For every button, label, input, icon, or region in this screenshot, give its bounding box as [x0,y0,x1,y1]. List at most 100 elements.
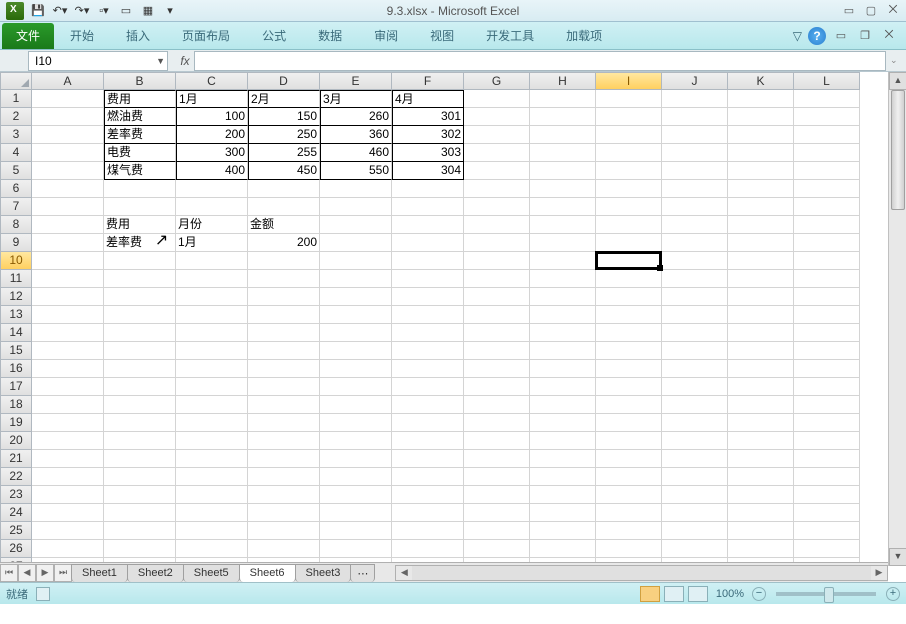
cell-B20[interactable] [104,432,176,450]
cell-G4[interactable] [464,144,530,162]
fx-icon[interactable]: fx [168,54,194,68]
cell-E9[interactable] [320,234,392,252]
cell-F1[interactable]: 4月 [392,90,464,108]
row-header-5[interactable]: 5 [0,162,32,180]
cell-L17[interactable] [794,378,860,396]
tab-insert[interactable]: 插入 [110,23,166,49]
cell-A18[interactable] [32,396,104,414]
cell-I1[interactable] [596,90,662,108]
cell-H16[interactable] [530,360,596,378]
cell-D3[interactable]: 250 [248,126,320,144]
cell-A14[interactable] [32,324,104,342]
cell-E11[interactable] [320,270,392,288]
cell-H20[interactable] [530,432,596,450]
row-header-9[interactable]: 9 [0,234,32,252]
cell-D21[interactable] [248,450,320,468]
cell-F11[interactable] [392,270,464,288]
cell-H6[interactable] [530,180,596,198]
cell-K18[interactable] [728,396,794,414]
row-header-25[interactable]: 25 [0,522,32,540]
cell-B7[interactable] [104,198,176,216]
cell-K6[interactable] [728,180,794,198]
cell-E7[interactable] [320,198,392,216]
cell-I18[interactable] [596,396,662,414]
cell-A20[interactable] [32,432,104,450]
cell-E23[interactable] [320,486,392,504]
cell-K24[interactable] [728,504,794,522]
cell-K22[interactable] [728,468,794,486]
cell-C20[interactable] [176,432,248,450]
cell-B16[interactable] [104,360,176,378]
cell-K16[interactable] [728,360,794,378]
cell-I24[interactable] [596,504,662,522]
cell-D1[interactable]: 2月 [248,90,320,108]
cell-J21[interactable] [662,450,728,468]
cell-J7[interactable] [662,198,728,216]
sheet-nav-prev-icon[interactable]: ◀ [18,564,36,582]
cell-F10[interactable] [392,252,464,270]
sheet-nav-next-icon[interactable]: ▶ [36,564,54,582]
row-header-14[interactable]: 14 [0,324,32,342]
cell-L11[interactable] [794,270,860,288]
cell-E18[interactable] [320,396,392,414]
cell-B15[interactable] [104,342,176,360]
file-tab[interactable]: 文件 [2,23,54,49]
macro-record-icon[interactable] [36,587,50,601]
cell-E5[interactable]: 550 [320,162,392,180]
cell-C1[interactable]: 1月 [176,90,248,108]
zoom-level[interactable]: 100% [716,588,744,600]
cell-I8[interactable] [596,216,662,234]
cell-J23[interactable] [662,486,728,504]
cell-B26[interactable] [104,540,176,558]
cell-G2[interactable] [464,108,530,126]
cell-E2[interactable]: 260 [320,108,392,126]
hscroll-left-icon[interactable]: ◀ [396,566,412,580]
cell-J22[interactable] [662,468,728,486]
cell-B22[interactable] [104,468,176,486]
cell-E3[interactable]: 360 [320,126,392,144]
row-header-23[interactable]: 23 [0,486,32,504]
ribbon-min-icon[interactable]: ▽ [793,29,802,43]
cell-F4[interactable]: 303 [392,144,464,162]
cell-I19[interactable] [596,414,662,432]
cell-J24[interactable] [662,504,728,522]
cell-I4[interactable] [596,144,662,162]
cell-I15[interactable] [596,342,662,360]
col-header-J[interactable]: J [662,72,728,90]
cell-K4[interactable] [728,144,794,162]
cell-F5[interactable]: 304 [392,162,464,180]
cell-C6[interactable] [176,180,248,198]
cell-F6[interactable] [392,180,464,198]
cell-H5[interactable] [530,162,596,180]
maximize-icon[interactable]: ▢ [862,4,880,18]
row-header-2[interactable]: 2 [0,108,32,126]
open-icon[interactable]: ▭ [118,3,134,19]
cell-C22[interactable] [176,468,248,486]
cell-J4[interactable] [662,144,728,162]
cell-A25[interactable] [32,522,104,540]
cell-D20[interactable] [248,432,320,450]
cell-L12[interactable] [794,288,860,306]
cell-K20[interactable] [728,432,794,450]
cell-B18[interactable] [104,396,176,414]
row-header-20[interactable]: 20 [0,432,32,450]
cell-I14[interactable] [596,324,662,342]
cell-A9[interactable] [32,234,104,252]
sheet-tab-Sheet1[interactable]: Sheet1 [71,564,128,582]
zoom-in-icon[interactable]: + [886,587,900,601]
cell-C18[interactable] [176,396,248,414]
cell-B13[interactable] [104,306,176,324]
cell-G22[interactable] [464,468,530,486]
cell-C8[interactable]: 月份 [176,216,248,234]
cell-D25[interactable] [248,522,320,540]
cell-H2[interactable] [530,108,596,126]
cell-E21[interactable] [320,450,392,468]
cell-B3[interactable]: 差率费 [104,126,176,144]
cell-C3[interactable]: 200 [176,126,248,144]
row-header-1[interactable]: 1 [0,90,32,108]
cell-D16[interactable] [248,360,320,378]
cell-K15[interactable] [728,342,794,360]
namebox-dropdown-icon[interactable]: ▼ [156,56,165,66]
cell-I17[interactable] [596,378,662,396]
cell-C12[interactable] [176,288,248,306]
